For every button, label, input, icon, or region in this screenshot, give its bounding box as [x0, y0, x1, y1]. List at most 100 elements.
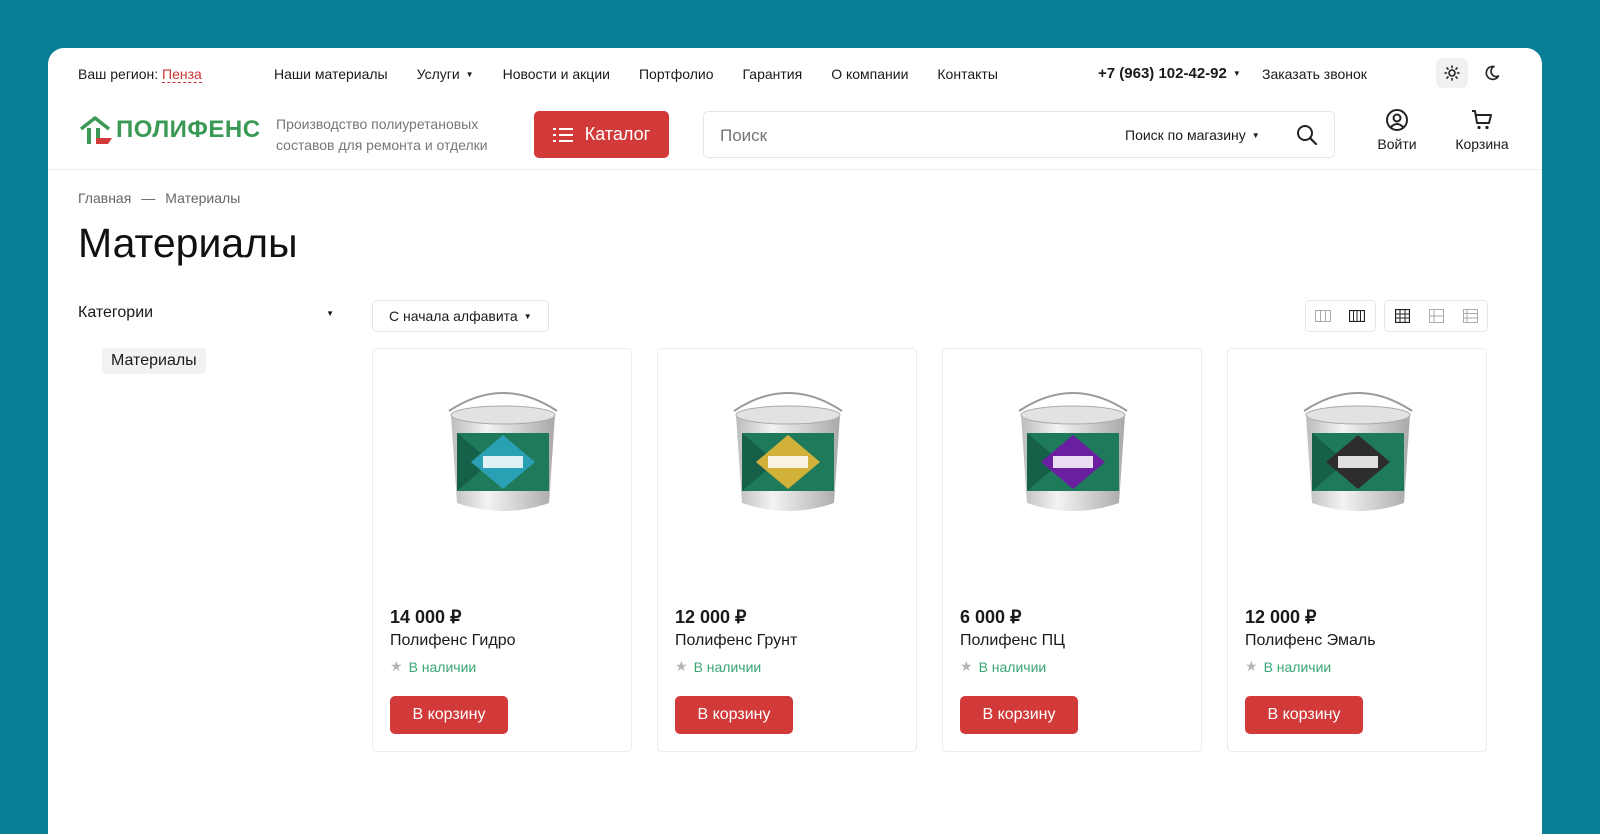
product-name[interactable]: Полифенс Грунт: [675, 632, 797, 650]
nav-services[interactable]: Услуги ▼: [417, 66, 474, 82]
sort-dropdown[interactable]: С начала алфавита ▼: [372, 300, 549, 332]
product-card[interactable]: 14 000 ₽ Полифенс Гидро ★ В наличии В кор…: [372, 348, 632, 752]
breadcrumb-current: Материалы: [165, 190, 241, 206]
add-to-cart-button[interactable]: В корзину: [390, 696, 508, 734]
dark-theme-button[interactable]: [1476, 58, 1508, 88]
paint-bucket-image: [1303, 392, 1413, 511]
phone-number[interactable]: +7 (963) 102-42-92 ▼: [1098, 65, 1241, 82]
account-button[interactable]: Войти: [1372, 108, 1422, 152]
product-name[interactable]: Полифенс Эмаль: [1245, 632, 1376, 650]
grid-view-button[interactable]: [1385, 301, 1419, 331]
search-bar: Поиск по магазину ▼: [703, 111, 1335, 158]
breadcrumb-separator: —: [141, 190, 156, 206]
column-count-toggle: [1305, 300, 1376, 332]
stock-status: ★ В наличии: [675, 658, 761, 675]
logo[interactable]: ПОЛИФЕНС: [78, 114, 261, 146]
product-card[interactable]: 6 000 ₽ Полифенс ПЦ ★ В наличии В корзину: [942, 348, 1202, 752]
callback-link[interactable]: Заказать звонок: [1262, 66, 1367, 82]
add-to-cart-button[interactable]: В корзину: [1245, 696, 1363, 734]
star-icon[interactable]: ★: [390, 658, 403, 675]
top-bar: Ваш регион: Пенза Наши материалы Услуги ▼…: [48, 48, 1542, 100]
nav-services-label: Услуги: [416, 66, 460, 82]
account-label: Войти: [1377, 136, 1417, 152]
house-logo-icon: [79, 116, 112, 144]
table-view-icon: [1462, 309, 1478, 323]
four-columns-button[interactable]: [1340, 301, 1374, 331]
add-to-cart-button[interactable]: В корзину: [960, 696, 1078, 734]
list-view-icon: [1428, 309, 1444, 323]
region-selector[interactable]: Ваш регион: Пенза: [78, 66, 202, 83]
stock-status: ★ В наличии: [1245, 658, 1331, 675]
stock-text: В наличии: [693, 658, 762, 675]
search-scope-dropdown[interactable]: Поиск по магазину ▼: [1125, 127, 1260, 143]
paint-bucket-image: [448, 392, 558, 511]
stock-text: В наличии: [1263, 658, 1332, 675]
stock-text: В наличии: [408, 658, 477, 675]
cart-icon: [1472, 110, 1492, 130]
list-view-button[interactable]: [1419, 301, 1453, 331]
add-to-cart-button[interactable]: В корзину: [675, 696, 793, 734]
cart-button[interactable]: Корзина: [1452, 108, 1512, 152]
search-icon: [1297, 125, 1318, 146]
light-theme-button[interactable]: [1436, 58, 1468, 88]
nav-warranty[interactable]: Гарантия: [742, 66, 802, 82]
search-input[interactable]: [720, 126, 1100, 146]
categories-label: Категории: [78, 304, 154, 321]
chevron-down-icon: ▼: [465, 70, 474, 79]
search-scope-label: Поиск по магазину: [1125, 127, 1246, 143]
chevron-down-icon: ▼: [523, 311, 532, 321]
nav-materials[interactable]: Наши материалы: [274, 66, 388, 82]
star-icon[interactable]: ★: [960, 658, 973, 675]
catalog-button[interactable]: Каталог: [534, 111, 669, 158]
search-button[interactable]: [1296, 124, 1318, 151]
product-name[interactable]: Полифенс ПЦ: [960, 632, 1065, 650]
phone-text: +7 (963) 102-42-92: [1098, 65, 1227, 82]
sun-icon: [1444, 65, 1460, 81]
catalog-label: Каталог: [584, 124, 651, 144]
product-price: 6 000 ₽: [960, 607, 1022, 627]
moon-icon: [1485, 65, 1500, 81]
browser-page: Ваш регион: Пенза Наши материалы Услуги ▼…: [48, 48, 1542, 834]
table-view-button[interactable]: [1453, 301, 1487, 331]
stock-status: ★ В наличии: [390, 658, 476, 675]
breadcrumb-home[interactable]: Главная: [78, 190, 131, 206]
category-chip-materials[interactable]: Материалы: [102, 348, 206, 374]
region-label: Ваш регион:: [78, 66, 159, 82]
site-header: ПОЛИФЕНС Производство полиуретановых сос…: [48, 100, 1542, 170]
page-title: Материалы: [78, 220, 298, 266]
product-name[interactable]: Полифенс Гидро: [390, 632, 516, 650]
star-icon[interactable]: ★: [675, 658, 688, 675]
breadcrumb: Главная — Материалы: [78, 190, 240, 206]
product-price: 14 000 ₽: [390, 607, 462, 627]
logo-text: ПОЛИФЕНС: [116, 116, 261, 143]
three-columns-icon: [1315, 310, 1331, 322]
four-columns-icon: [1349, 310, 1365, 322]
paint-bucket-image: [733, 392, 843, 511]
categories-toggle[interactable]: Категории ▼: [78, 304, 334, 322]
nav-contacts[interactable]: Контакты: [937, 66, 997, 82]
paint-bucket-image: [1018, 392, 1128, 511]
stock-status: ★ В наличии: [960, 658, 1046, 675]
cart-label: Корзина: [1455, 136, 1509, 152]
product-price: 12 000 ₽: [1245, 607, 1317, 627]
product-grid: 14 000 ₽ Полифенс Гидро ★ В наличии В кор…: [372, 348, 1487, 752]
chevron-down-icon: ▼: [1251, 131, 1260, 140]
product-card[interactable]: 12 000 ₽ Полифенс Грунт ★ В наличии В кор…: [657, 348, 917, 752]
nav-portfolio[interactable]: Портфолио: [639, 66, 714, 82]
nav-about[interactable]: О компании: [831, 66, 908, 82]
region-city[interactable]: Пенза: [162, 66, 202, 83]
view-mode-toggle: [1384, 300, 1488, 332]
stock-text: В наличии: [978, 658, 1047, 675]
list-icon: [552, 127, 573, 142]
sort-label: С начала алфавита: [389, 308, 518, 324]
product-card[interactable]: 12 000 ₽ Полифенс Эмаль ★ В наличии В кор…: [1227, 348, 1487, 752]
chevron-down-icon: ▼: [1232, 69, 1241, 78]
chevron-down-icon: ▼: [326, 309, 334, 318]
user-icon: [1386, 109, 1408, 131]
nav-news[interactable]: Новости и акции: [503, 66, 610, 82]
top-nav: Наши материалы Услуги ▼ Новости и акции П…: [274, 66, 998, 82]
three-columns-button[interactable]: [1306, 301, 1340, 331]
tagline: Производство полиуретановых составов для…: [276, 116, 488, 153]
star-icon[interactable]: ★: [1245, 658, 1258, 675]
grid-icon: [1394, 309, 1410, 323]
